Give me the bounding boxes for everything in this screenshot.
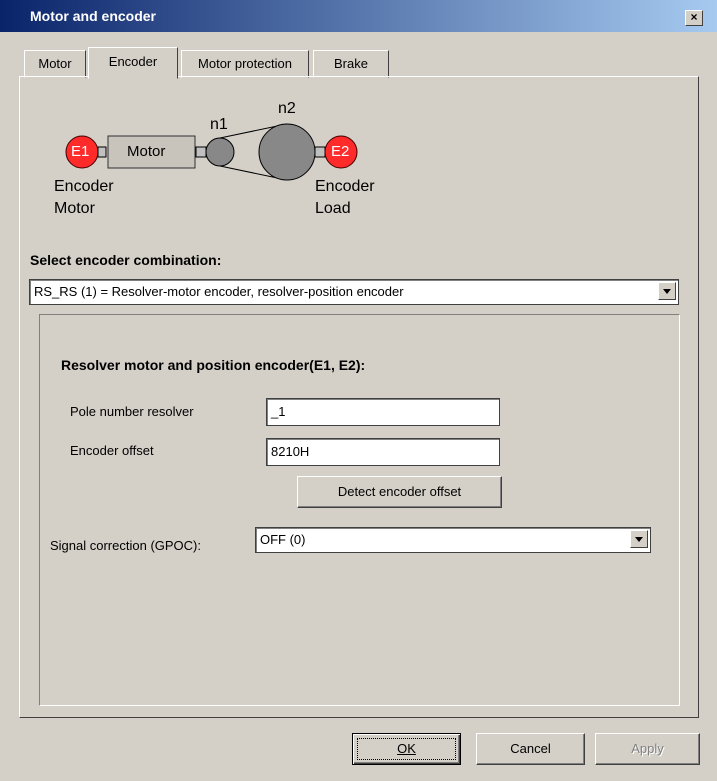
n2-label: n2 — [278, 100, 296, 117]
tab-encoder[interactable]: Encoder — [88, 47, 178, 79]
apply-button[interactable]: Apply — [595, 733, 700, 765]
pole-number-input[interactable]: _1 — [266, 398, 500, 426]
tab-label: Encoder — [108, 54, 158, 69]
detect-label: Detect encoder offset — [337, 484, 462, 499]
pole-number-value: _1 — [271, 404, 286, 419]
e2-connector — [314, 146, 326, 158]
resolver-title: Resolver motor and position encoder(E1, … — [61, 357, 366, 373]
motor-label: Motor — [127, 143, 166, 160]
encoder-motor-line1: Encoder — [54, 178, 114, 195]
encoder-load-line2: Load — [315, 200, 351, 217]
pole-number-label: Pole number resolver — [70, 404, 194, 419]
signal-correction-label: Signal correction (GPOC): — [50, 538, 201, 553]
chevron-down-icon[interactable] — [658, 282, 676, 300]
n1-label: n1 — [210, 116, 228, 133]
encoder-offset-input[interactable]: 8210H — [266, 438, 500, 466]
signal-correction-select[interactable]: OFF (0) — [255, 527, 651, 553]
pulley-n2 — [258, 123, 316, 181]
encoder-offset-value: 8210H — [271, 444, 310, 459]
encoder-combination-label: Select encoder combination: — [30, 252, 222, 268]
cancel-label: Cancel — [510, 741, 551, 756]
encoder-combination-value: RS_RS (1) = Resolver-motor encoder, reso… — [34, 284, 404, 299]
encoder-combination-select[interactable]: RS_RS (1) = Resolver-motor encoder, reso… — [29, 279, 679, 305]
motor-shaft — [195, 146, 207, 158]
chevron-down-icon[interactable] — [630, 530, 648, 548]
apply-label: Apply — [631, 741, 664, 756]
e1-connector — [97, 146, 107, 158]
pulley-n1 — [205, 137, 235, 167]
detect-encoder-offset-button[interactable]: Detect encoder offset — [297, 476, 502, 508]
focus-rect — [357, 738, 456, 760]
cancel-button[interactable]: Cancel — [476, 733, 585, 765]
e1-label: E1 — [71, 143, 90, 160]
ok-button[interactable]: OK — [352, 733, 461, 765]
e2-label: E2 — [331, 143, 350, 160]
encoder-offset-label: Encoder offset — [70, 443, 154, 458]
encoder-load-line1: Encoder — [315, 178, 375, 195]
signal-correction-value: OFF (0) — [260, 532, 306, 547]
encoder-motor-line2: Motor — [54, 200, 95, 217]
